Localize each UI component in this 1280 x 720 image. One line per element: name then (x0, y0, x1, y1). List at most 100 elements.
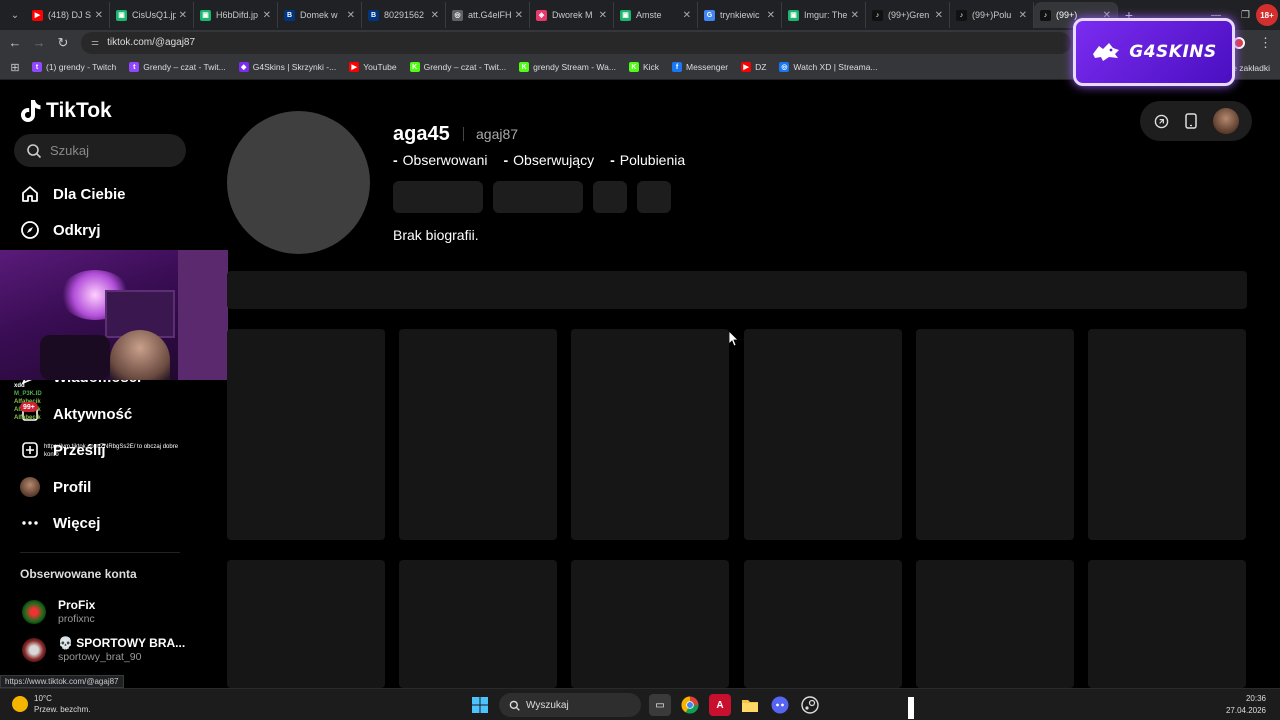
browser-tab[interactable]: ▣ Amste ✕ (614, 2, 698, 28)
video-tile-placeholder[interactable] (399, 329, 557, 540)
browser-menu-icon[interactable]: ⋮ (1259, 35, 1272, 51)
video-tile-placeholder[interactable] (399, 560, 557, 688)
tab-close-icon[interactable]: ✕ (599, 10, 607, 21)
taskbar-apps: Wyszukaj ▭ A (469, 692, 821, 718)
coins-icon[interactable] (1153, 113, 1169, 129)
bookmark-item[interactable]: ◆ G4Skins | Skrzynki -... (238, 62, 336, 72)
video-tile-placeholder[interactable] (227, 560, 385, 688)
tab-close-icon[interactable]: ✕ (431, 10, 439, 21)
video-tile-placeholder[interactable] (1088, 560, 1246, 688)
reload-button[interactable]: ↻ (51, 35, 75, 51)
taskbar-search[interactable]: Wyszukaj (499, 693, 641, 717)
apps-grid-icon[interactable]: ⊞ (4, 61, 26, 74)
follow-button-placeholder[interactable] (393, 181, 483, 213)
bookmark-label: YouTube (363, 62, 397, 72)
profile-username: aga45 (393, 123, 450, 145)
tab-close-icon[interactable]: ✕ (935, 10, 943, 21)
nav-explore[interactable]: Odkryj (20, 215, 101, 245)
chat-message: Alfabecik (14, 414, 184, 422)
browser-tab[interactable]: B 80291562 ✕ (362, 2, 446, 28)
nav-profile[interactable]: Profil (20, 472, 91, 502)
url-bar[interactable]: ⚌ tiktok.com/@agaj87 (81, 31, 1071, 54)
more-button-placeholder[interactable] (637, 181, 671, 213)
video-tile-placeholder[interactable] (744, 329, 902, 540)
weather-widget[interactable]: 10°C Przew. bezchm. (12, 693, 90, 715)
windows-start-icon[interactable] (469, 694, 491, 716)
tab-title: (418) DJ S (48, 10, 92, 20)
search-box[interactable] (14, 134, 186, 167)
video-tile-placeholder[interactable] (1088, 329, 1246, 540)
tab-close-icon[interactable]: ✕ (263, 10, 271, 21)
bookmark-item[interactable]: f Messenger (672, 62, 728, 72)
bookmark-item[interactable]: K Grendy – czat - Twit... (409, 62, 506, 72)
nav-for-you[interactable]: Dla Ciebie (20, 179, 126, 209)
followed-account-profix[interactable]: ProFix profixnc (22, 598, 95, 626)
browser-tab[interactable]: B Domek w ✕ (278, 2, 362, 28)
tab-close-icon[interactable]: ✕ (515, 10, 523, 21)
tab-close-icon[interactable]: ✕ (347, 10, 355, 21)
followed-account-sportowy[interactable]: 💀 SPORTOWY BRA... sportowy_brat_90 (22, 636, 185, 664)
browser-tab[interactable]: ♪ (99+)Polu ✕ (950, 2, 1034, 28)
system-clock[interactable]: 20:36 27.04.2026 (1226, 693, 1266, 717)
steam-icon[interactable] (799, 694, 821, 716)
file-explorer-icon[interactable] (739, 694, 761, 716)
forward-button[interactable]: → (27, 35, 51, 50)
video-tile-placeholder[interactable] (916, 560, 1074, 688)
bookmark-item[interactable]: ▶ YouTube (349, 62, 397, 72)
video-tile-placeholder[interactable] (571, 329, 729, 540)
task-view-icon[interactable]: ▭ (649, 694, 671, 716)
bookmark-item[interactable]: Kgrendy Stream - Wa... (519, 62, 616, 72)
browser-tab[interactable]: ▶ (418) DJ S ✕ (26, 2, 110, 28)
adobe-icon[interactable]: A (709, 694, 731, 716)
tab-close-icon[interactable]: ✕ (767, 10, 775, 21)
search-input[interactable] (50, 143, 170, 158)
browser-tab[interactable]: ♪ (99+)Gren ✕ (866, 2, 950, 28)
nav-more[interactable]: Więcej (20, 508, 100, 538)
stat-followers[interactable]: - Obserwujący (504, 152, 595, 168)
bookmark-item[interactable]: K Kick (628, 62, 659, 72)
site-info-icon[interactable]: ⚌ (91, 37, 99, 48)
browser-tab[interactable]: ▣ H6bDifd.jp ✕ (194, 2, 278, 28)
bookmark-favicon-icon: ▶ (741, 62, 752, 72)
tab-close-icon[interactable]: ✕ (683, 10, 691, 21)
tab-title: Domek w (300, 10, 338, 20)
tab-close-icon[interactable]: ✕ (179, 10, 187, 21)
bookmark-item[interactable]: t Grendy – czat - Twit... (129, 62, 226, 72)
discord-icon[interactable] (769, 694, 791, 716)
tab-close-icon[interactable]: ✕ (851, 10, 859, 21)
other-bookmarks[interactable]: e zakładki (1232, 55, 1270, 80)
video-tile-placeholder[interactable] (916, 329, 1074, 540)
browser-tab[interactable]: ▣ Imgur: The ✕ (782, 2, 866, 28)
browser-tab[interactable]: ▣ CisUsQ1.jp ✕ (110, 2, 194, 28)
tab-favicon-icon: ▣ (116, 9, 127, 21)
user-avatar[interactable] (1213, 108, 1239, 134)
bookmark-item[interactable]: ◎ Watch XD | Streama... (779, 62, 878, 72)
tab-close-icon[interactable]: ✕ (1019, 10, 1027, 21)
browser-tab[interactable]: Gtrynkiewic ✕ (698, 2, 782, 28)
message-button-placeholder[interactable] (493, 181, 583, 213)
status-link-preview: https://www.tiktok.com/@agaj87 (0, 675, 124, 688)
tab-search-button[interactable]: ⌄ (4, 4, 26, 26)
bookmark-favicon-icon: t (32, 62, 42, 72)
video-tile-placeholder[interactable] (571, 560, 729, 688)
stat-following[interactable]: - Obserwowani (393, 152, 488, 168)
clock-date: 27.04.2026 (1225, 706, 1266, 715)
bookmark-favicon-icon: ▶ (349, 62, 360, 72)
browser-tab[interactable]: ◎ att.G4elFH ✕ (446, 2, 530, 28)
tab-close-icon[interactable]: ✕ (95, 10, 103, 21)
bookmark-item[interactable]: ▶ DZ (741, 62, 766, 72)
maximize-button[interactable]: ❐ (1241, 10, 1250, 21)
profile-tabs-placeholder (227, 271, 1247, 309)
chrome-icon[interactable] (679, 694, 701, 716)
tab-favicon-icon: B (368, 9, 379, 21)
age-rating-badge: 18+ (1256, 4, 1278, 26)
get-app-icon[interactable] (1183, 113, 1199, 129)
bookmark-item[interactable]: t (1) grendy - Twitch (32, 62, 116, 72)
chat-count-badge: 99+ (20, 402, 38, 412)
video-tile-placeholder[interactable] (227, 329, 385, 540)
browser-tab[interactable]: ◈ Dworek M ✕ (530, 2, 614, 28)
share-button-placeholder[interactable] (593, 181, 627, 213)
back-button[interactable]: ← (3, 35, 27, 50)
tiktok-logo[interactable]: TikTok (20, 97, 112, 125)
video-tile-placeholder[interactable] (744, 560, 902, 688)
